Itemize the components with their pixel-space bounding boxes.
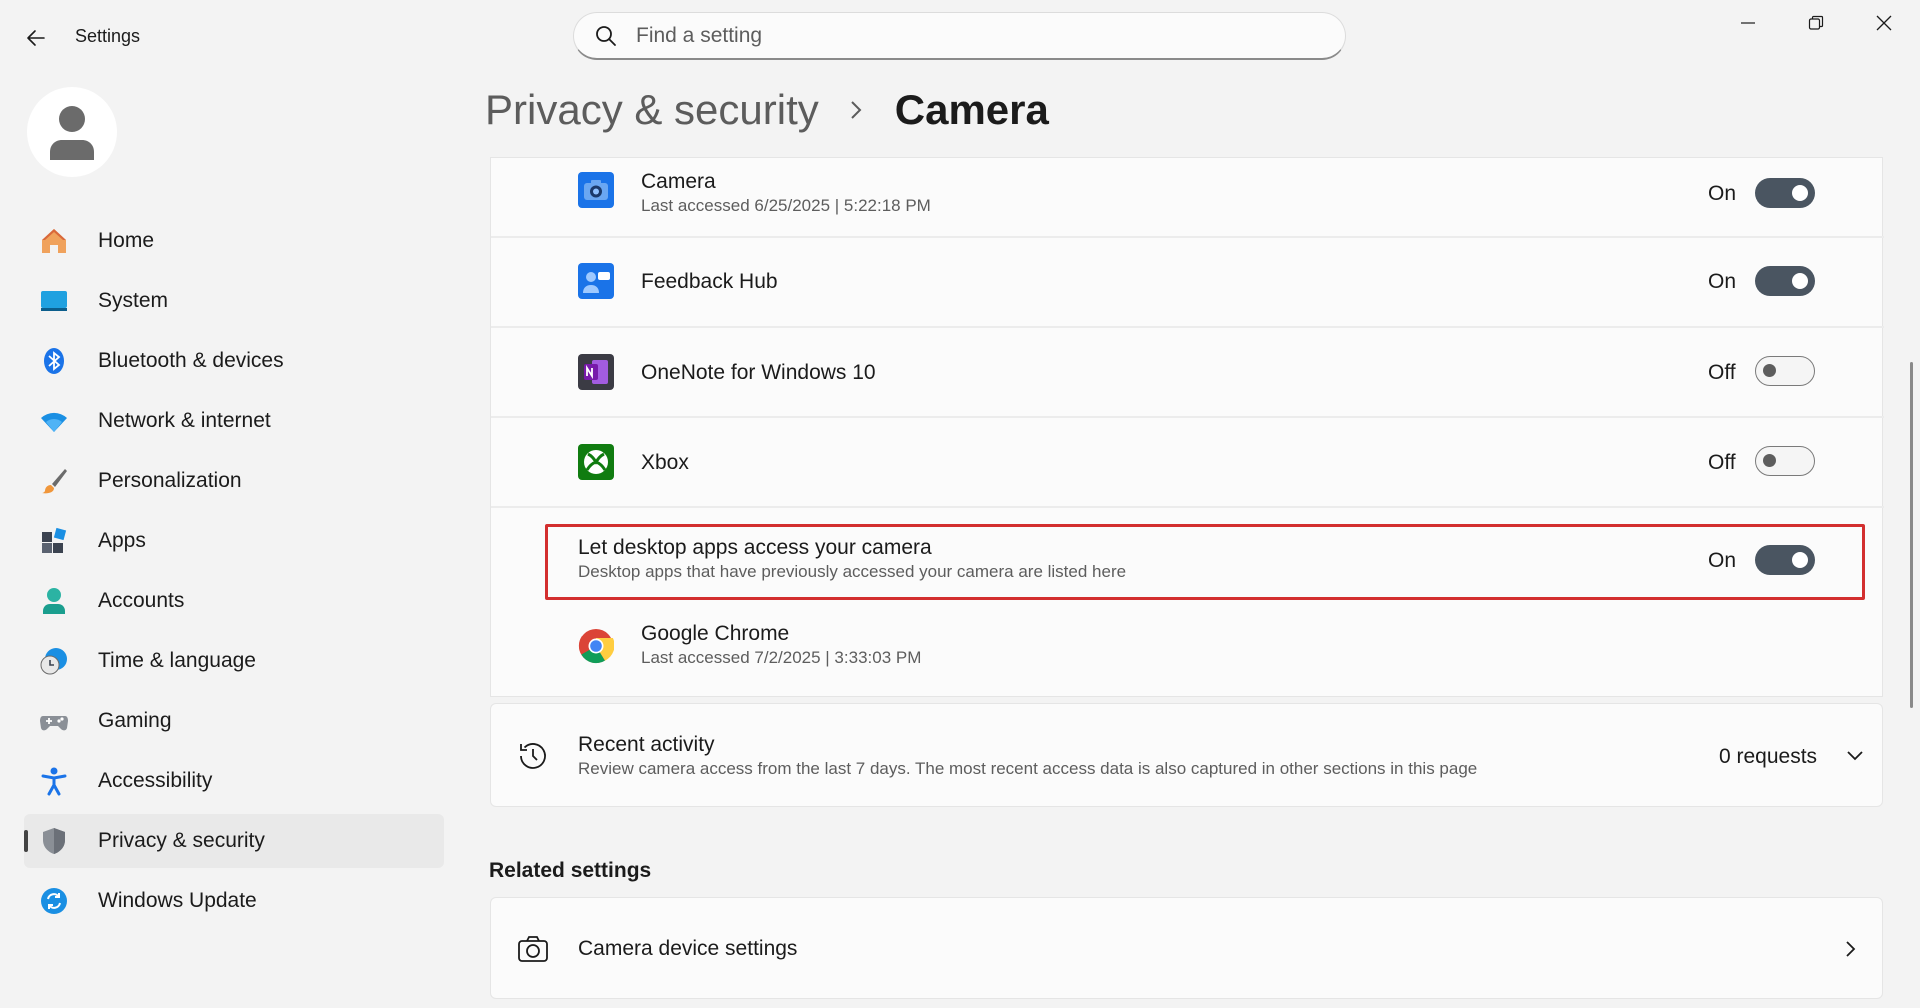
camera-app-toggle[interactable] — [1755, 178, 1815, 208]
app-row-xbox: Xbox Off — [491, 418, 1884, 506]
app-name: Feedback Hub — [641, 270, 778, 293]
app-name: OneNote for Windows 10 — [641, 361, 876, 384]
toggle-knob — [1763, 364, 1776, 377]
desktop-app-row-chrome: Google Chrome Last accessed 7/2/2025 | 3… — [491, 606, 1884, 688]
chevron-right-icon — [1833, 931, 1869, 967]
camera-app-icon — [578, 172, 614, 208]
app-name: Camera — [641, 170, 716, 193]
toggle-state-label: On — [1708, 270, 1737, 293]
onenote-toggle[interactable] — [1755, 356, 1815, 386]
app-row-onenote: OneNote for Windows 10 Off — [491, 328, 1884, 416]
highlight-annotation — [545, 524, 1865, 600]
toggle-knob — [1763, 454, 1776, 467]
chrome-icon — [578, 628, 614, 664]
camera-device-settings-link[interactable]: Camera device settings — [490, 897, 1883, 999]
xbox-toggle[interactable] — [1755, 446, 1815, 476]
app-last-accessed: Last accessed 7/2/2025 | 3:33:03 PM — [641, 648, 922, 667]
main-content: Camera Last accessed 6/25/2025 | 5:22:18… — [0, 0, 1920, 1008]
camera-device-settings-label: Camera device settings — [578, 937, 798, 960]
toggle-state-label: Off — [1708, 361, 1736, 384]
xbox-icon — [578, 444, 614, 480]
recent-activity-card[interactable]: Recent activity Review camera access fro… — [490, 703, 1883, 807]
recent-activity-title: Recent activity — [578, 733, 715, 756]
feedback-hub-toggle[interactable] — [1755, 266, 1815, 296]
toggle-state-label: Off — [1708, 451, 1736, 474]
vertical-scrollbar[interactable] — [1910, 362, 1913, 708]
chevron-down-icon[interactable] — [1837, 738, 1873, 774]
app-row-camera: Camera Last accessed 6/25/2025 | 5:22:18… — [491, 158, 1884, 236]
toggle-knob — [1792, 273, 1808, 289]
app-name: Xbox — [641, 451, 689, 474]
app-name: Google Chrome — [641, 622, 790, 645]
history-icon — [515, 738, 551, 774]
camera-icon — [515, 931, 551, 967]
recent-activity-description: Review camera access from the last 7 day… — [578, 759, 1478, 778]
app-last-accessed: Last accessed 6/25/2025 | 5:22:18 PM — [641, 196, 931, 215]
app-row-feedback-hub: Feedback Hub On — [491, 238, 1884, 326]
toggle-state-label: On — [1708, 182, 1737, 205]
row-divider — [491, 506, 1884, 508]
onenote-icon — [578, 354, 614, 390]
related-settings-heading: Related settings — [489, 859, 652, 882]
app-permissions-card: Camera Last accessed 6/25/2025 | 5:22:18… — [490, 157, 1884, 697]
toggle-knob — [1792, 185, 1808, 201]
recent-activity-count: 0 requests — [1719, 745, 1818, 768]
feedback-hub-icon — [578, 263, 614, 299]
